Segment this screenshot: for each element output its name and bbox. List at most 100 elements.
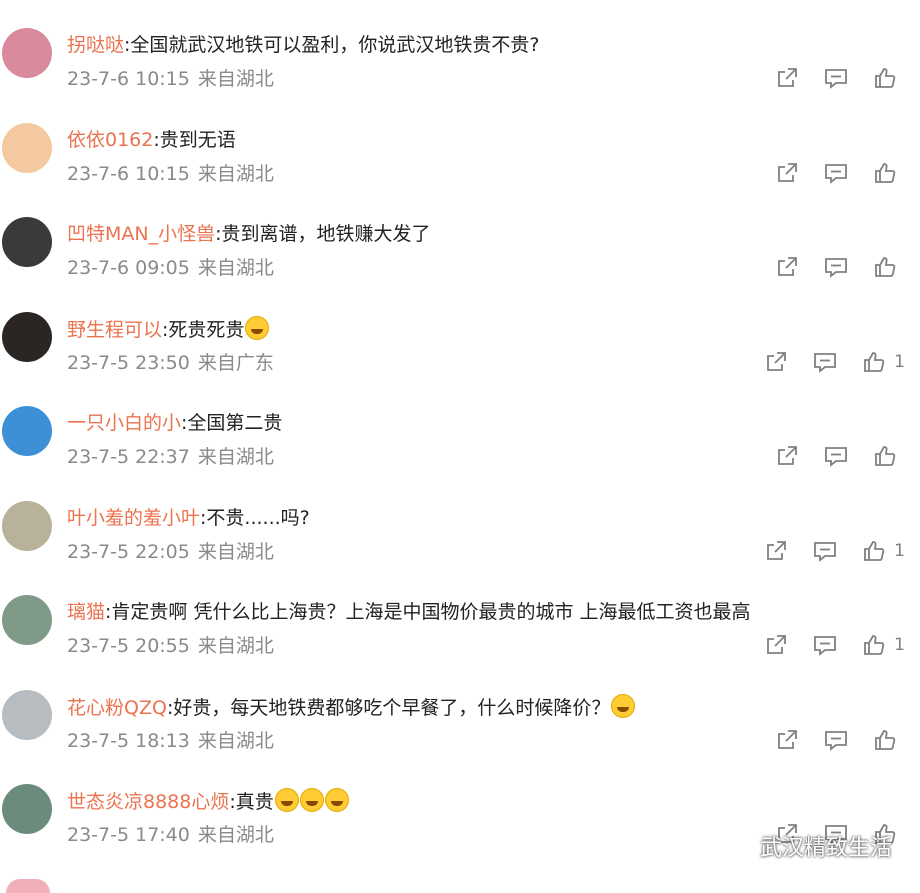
avatar bbox=[6, 879, 50, 893]
like-button[interactable]: 1 bbox=[862, 539, 905, 563]
avatar[interactable] bbox=[2, 217, 52, 267]
username-link[interactable]: 野生程可以 bbox=[67, 319, 162, 341]
like-button[interactable] bbox=[873, 66, 905, 90]
comment-icon bbox=[824, 66, 848, 90]
username-link[interactable]: 花心粉QZQ bbox=[67, 697, 167, 719]
comment-location: 来自广东 bbox=[197, 352, 274, 374]
like-icon bbox=[873, 255, 897, 279]
emoji-icon bbox=[274, 788, 299, 812]
like-count: 1 bbox=[894, 635, 905, 655]
comment-timestamp: 23-7-6 09:05 bbox=[67, 257, 190, 279]
comment-meta: 23-7-6 10:15 来自湖北 bbox=[67, 161, 274, 187]
comment-icon bbox=[824, 255, 848, 279]
avatar[interactable] bbox=[2, 28, 52, 78]
avatar[interactable] bbox=[2, 595, 52, 645]
comment-location: 来自湖北 bbox=[197, 730, 274, 752]
reply-button[interactable] bbox=[824, 66, 848, 90]
comment-meta: 23-7-5 20:55 来自湖北 bbox=[67, 633, 274, 659]
reply-button[interactable] bbox=[824, 161, 848, 185]
like-button[interactable] bbox=[873, 161, 905, 185]
like-button[interactable]: 1 bbox=[862, 350, 905, 374]
avatar[interactable] bbox=[2, 690, 52, 740]
comment-text: 贵到无语 bbox=[159, 129, 236, 151]
comment-item: 叶小羞的羞小叶:不贵......吗? 23-7-5 22:05 来自湖北 1 bbox=[0, 473, 920, 568]
wechat-icon bbox=[721, 834, 751, 857]
comment-meta: 23-7-5 22:37 来自湖北 bbox=[67, 444, 274, 470]
comment-content: 拐哒哒:全国就武汉地铁可以盈利，你说武汉地铁贵不贵? bbox=[67, 32, 540, 58]
comment-content: 叶小羞的羞小叶:不贵......吗? bbox=[67, 505, 310, 531]
share-button[interactable] bbox=[775, 444, 799, 468]
reply-button[interactable] bbox=[813, 633, 837, 657]
comment-item: 依依0162:贵到无语 23-7-6 10:15 来自湖北 bbox=[0, 95, 920, 190]
like-count: 1 bbox=[894, 541, 905, 561]
comment-content: 依依0162:贵到无语 bbox=[67, 127, 236, 153]
comment-text: 肯定贵啊 凭什么比上海贵？上海是中国物价最贵的城市 上海最低工资也最高 bbox=[111, 601, 751, 623]
username-link[interactable]: 拐哒哒 bbox=[67, 34, 124, 56]
comment-content: 一只小白的小:全国第二贵 bbox=[67, 410, 282, 436]
username-link[interactable]: 依依0162 bbox=[67, 129, 153, 151]
comment-icon bbox=[813, 633, 837, 657]
share-icon bbox=[775, 66, 799, 90]
like-icon bbox=[873, 161, 897, 185]
comment-text: 贵到离谱，地铁赚大发了 bbox=[221, 223, 431, 245]
emoji-icon bbox=[245, 316, 270, 340]
share-button[interactable] bbox=[775, 255, 799, 279]
watermark: 武汉精致生活 bbox=[721, 830, 892, 862]
username-link[interactable]: 世态炎凉8888心烦 bbox=[67, 791, 229, 813]
comment-icon bbox=[824, 444, 848, 468]
like-button[interactable] bbox=[873, 255, 905, 279]
reply-button[interactable] bbox=[813, 350, 837, 374]
avatar[interactable] bbox=[2, 501, 52, 551]
share-button[interactable] bbox=[764, 539, 788, 563]
share-icon bbox=[764, 539, 788, 563]
comment-item: 拐哒哒:全国就武汉地铁可以盈利，你说武汉地铁贵不贵? 23-7-6 10:15 来自… bbox=[0, 0, 920, 95]
avatar[interactable] bbox=[2, 784, 52, 834]
reply-button[interactable] bbox=[824, 255, 848, 279]
like-button[interactable]: 1 bbox=[862, 633, 905, 657]
reply-button[interactable] bbox=[824, 444, 848, 468]
share-button[interactable] bbox=[775, 728, 799, 752]
reply-button[interactable] bbox=[813, 539, 837, 563]
comment-actions bbox=[750, 158, 905, 188]
comment-actions bbox=[750, 63, 905, 93]
comment-content: 璃猫:肯定贵啊 凭什么比上海贵？上海是中国物价最贵的城市 上海最低工资也最高 bbox=[67, 599, 751, 625]
username-link[interactable]: 凹特MAN_小怪兽 bbox=[67, 223, 215, 245]
comment-text: 不贵......吗? bbox=[206, 507, 310, 529]
avatar[interactable] bbox=[2, 312, 52, 362]
share-button[interactable] bbox=[764, 633, 788, 657]
comment-meta: 23-7-6 09:05 来自湖北 bbox=[67, 255, 274, 281]
comment-item: 璃猫:肯定贵啊 凭什么比上海贵？上海是中国物价最贵的城市 上海最低工资也最高 23… bbox=[0, 567, 920, 662]
username-link[interactable]: 一只小白的小 bbox=[67, 412, 181, 434]
reply-button[interactable] bbox=[824, 728, 848, 752]
share-icon bbox=[775, 444, 799, 468]
comment-location: 来自湖北 bbox=[197, 68, 274, 90]
comment-text: 全国就武汉地铁可以盈利，你说武汉地铁贵不贵? bbox=[130, 34, 540, 56]
comment-text: 全国第二贵 bbox=[187, 412, 283, 434]
like-button[interactable] bbox=[873, 728, 905, 752]
comment-actions bbox=[750, 252, 905, 282]
comment-timestamp: 23-7-5 22:05 bbox=[67, 541, 190, 563]
avatar[interactable] bbox=[2, 406, 52, 456]
like-button[interactable] bbox=[873, 444, 905, 468]
comment-meta: 23-7-5 17:40 来自湖北 bbox=[67, 822, 274, 848]
comment-timestamp: 23-7-6 10:15 bbox=[67, 68, 190, 90]
avatar[interactable] bbox=[2, 123, 52, 173]
partial-comment-row bbox=[0, 879, 920, 893]
share-button[interactable] bbox=[775, 161, 799, 185]
comment-content: 野生程可以:死贵死贵 bbox=[67, 316, 270, 343]
comment-actions: 1 bbox=[739, 630, 905, 660]
comment-item: 花心粉QZQ:好贵，每天地铁费都够吃个早餐了，什么时候降价？ 23-7-5 18:… bbox=[0, 662, 920, 757]
comment-item: 一只小白的小:全国第二贵 23-7-5 22:37 来自湖北 bbox=[0, 378, 920, 473]
comment-actions bbox=[750, 725, 905, 755]
share-icon bbox=[775, 255, 799, 279]
emoji-icon bbox=[611, 694, 636, 718]
comment-location: 来自湖北 bbox=[197, 824, 274, 846]
comment-item: 凹特MAN_小怪兽:贵到离谱，地铁赚大发了 23-7-6 09:05 来自湖北 bbox=[0, 189, 920, 284]
comment-content: 花心粉QZQ:好贵，每天地铁费都够吃个早餐了，什么时候降价？ bbox=[67, 694, 636, 721]
comment-meta: 23-7-5 22:05 来自湖北 bbox=[67, 539, 274, 565]
share-button[interactable] bbox=[775, 66, 799, 90]
username-link[interactable]: 叶小羞的羞小叶 bbox=[67, 507, 200, 529]
username-link[interactable]: 璃猫 bbox=[67, 601, 105, 623]
comment-text: 真贵 bbox=[235, 791, 274, 813]
share-button[interactable] bbox=[764, 350, 788, 374]
